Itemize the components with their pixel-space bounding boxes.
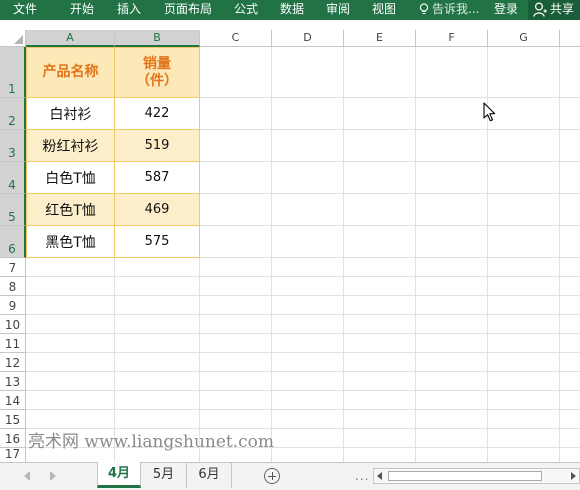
mouse-pointer-icon <box>483 102 496 122</box>
row-header-9[interactable]: 9 <box>0 296 26 315</box>
scroll-left-arrow-icon[interactable] <box>377 472 382 480</box>
row-header-11[interactable]: 11 <box>0 334 26 353</box>
header-product-name-text: 产品名称 <box>42 64 99 80</box>
gridline <box>26 409 580 410</box>
row-header-2[interactable]: 2 <box>0 98 26 130</box>
horizontal-scrollbar[interactable] <box>373 468 580 484</box>
ribbon-tab-insert[interactable]: 插入 <box>117 0 141 20</box>
scroll-right-arrow-icon[interactable] <box>571 472 576 480</box>
add-sheet-plus-icon[interactable] <box>264 468 280 484</box>
product-name: 白色T恤 <box>45 170 96 187</box>
gridline <box>343 47 344 462</box>
row-header-4[interactable]: 4 <box>0 162 26 194</box>
column-header-e[interactable]: E <box>344 30 416 47</box>
column-header-partial[interactable] <box>560 30 580 47</box>
select-all-triangle <box>14 35 23 44</box>
header-sales-qty-line2: （件） <box>136 72 178 89</box>
gridline <box>559 47 560 462</box>
row-header-5[interactable]: 5 <box>0 194 26 226</box>
header-cell-product-name[interactable]: 产品名称 <box>26 47 115 98</box>
product-name: 白衬衫 <box>49 106 92 123</box>
next-sheet-arrow-icon[interactable] <box>50 471 56 481</box>
column-header-b[interactable]: B <box>115 30 200 47</box>
header-sales-qty-line1: 销量 <box>143 55 171 72</box>
cell-b4[interactable]: 587 <box>114 161 200 194</box>
sales-qty: 587 <box>144 170 170 185</box>
lightbulb-icon <box>419 3 429 15</box>
signin-link[interactable]: 登录 <box>494 0 518 20</box>
cell-a3[interactable]: 粉红衬衫 <box>26 129 115 162</box>
row-header-12[interactable]: 12 <box>0 353 26 372</box>
sheet-tab-june[interactable]: 6月 <box>187 463 232 488</box>
cell-a6[interactable]: 黑色T恤 <box>26 225 115 258</box>
sheet-tab-may[interactable]: 5月 <box>141 463 187 488</box>
row-header-13[interactable]: 13 <box>0 372 26 391</box>
gridline <box>26 276 580 277</box>
sales-qty: 422 <box>144 106 170 121</box>
gridline <box>26 295 580 296</box>
gridline <box>26 352 580 353</box>
ribbon-tab-page-layout[interactable]: 页面布局 <box>164 0 212 20</box>
ribbon-bar: 文件 开始 插入 页面布局 公式 数据 审阅 视图 告诉我... 登录 共享 <box>0 0 580 20</box>
gridline <box>26 333 580 334</box>
cell-b5[interactable]: 469 <box>114 193 200 226</box>
sheet-tab-april[interactable]: 4月 <box>97 462 141 488</box>
product-name: 黑色T恤 <box>45 234 96 251</box>
more-options-dots[interactable]: ... <box>355 469 369 483</box>
ribbon-tab-view[interactable]: 视图 <box>372 0 396 20</box>
watermark-text: 亮术网 www.liangshunet.com <box>28 432 275 452</box>
row-header-15[interactable]: 15 <box>0 410 26 429</box>
row-header-10[interactable]: 10 <box>0 315 26 334</box>
column-header-a[interactable]: A <box>26 30 115 47</box>
sheet-tab-bar: 4月 5月 6月 ... <box>0 462 580 490</box>
header-cell-sales-qty[interactable]: 销量 （件） <box>114 47 200 98</box>
row-header-17[interactable]: 17 <box>0 447 26 462</box>
tell-me-search[interactable]: 告诉我... <box>432 0 479 20</box>
row-header-1[interactable]: 1 <box>0 47 26 98</box>
ribbon-tab-data[interactable]: 数据 <box>280 0 304 20</box>
gridline <box>26 371 580 372</box>
cell-b2[interactable]: 422 <box>114 97 200 130</box>
ribbon-tab-formulas[interactable]: 公式 <box>234 0 258 20</box>
select-all-corner[interactable] <box>0 30 26 47</box>
row-headers: 1 2 3 4 5 6 7 8 9 10 11 12 13 14 15 16 1… <box>0 47 26 462</box>
row-header-8[interactable]: 8 <box>0 277 26 296</box>
row-header-6[interactable]: 6 <box>0 226 26 258</box>
cell-a2[interactable]: 白衬衫 <box>26 97 115 130</box>
prev-sheet-arrow-icon[interactable] <box>24 471 30 481</box>
gridline <box>271 47 272 462</box>
gridline <box>415 47 416 462</box>
gridline <box>26 314 580 315</box>
sales-qty: 575 <box>144 234 170 249</box>
cell-b6[interactable]: 575 <box>114 225 200 258</box>
product-name: 红色T恤 <box>45 202 96 219</box>
column-header-c[interactable]: C <box>200 30 272 47</box>
share-button[interactable]: 共享 <box>528 0 580 20</box>
ribbon-tab-file[interactable]: 文件 <box>13 0 37 20</box>
scrollbar-thumb[interactable] <box>388 471 542 481</box>
column-header-g[interactable]: G <box>488 30 560 47</box>
gridline <box>26 390 580 391</box>
ribbon-tab-home[interactable]: 开始 <box>70 0 94 20</box>
row-header-7[interactable]: 7 <box>0 258 26 277</box>
cell-b3[interactable]: 519 <box>114 129 200 162</box>
sales-qty: 519 <box>144 138 170 153</box>
column-header-d[interactable]: D <box>272 30 344 47</box>
cell-a4[interactable]: 白色T恤 <box>26 161 115 194</box>
cell-a5[interactable]: 红色T恤 <box>26 193 115 226</box>
column-header-f[interactable]: F <box>416 30 488 47</box>
sales-qty: 469 <box>144 202 170 217</box>
person-icon <box>533 2 547 17</box>
ribbon-tab-review[interactable]: 审阅 <box>326 0 350 20</box>
product-name: 粉红衬衫 <box>42 138 99 155</box>
share-label: 共享 <box>550 2 575 16</box>
row-header-16[interactable]: 16 <box>0 429 26 448</box>
column-headers: A B C D E F G <box>26 30 580 47</box>
row-header-3[interactable]: 3 <box>0 130 26 162</box>
row-header-14[interactable]: 14 <box>0 391 26 410</box>
